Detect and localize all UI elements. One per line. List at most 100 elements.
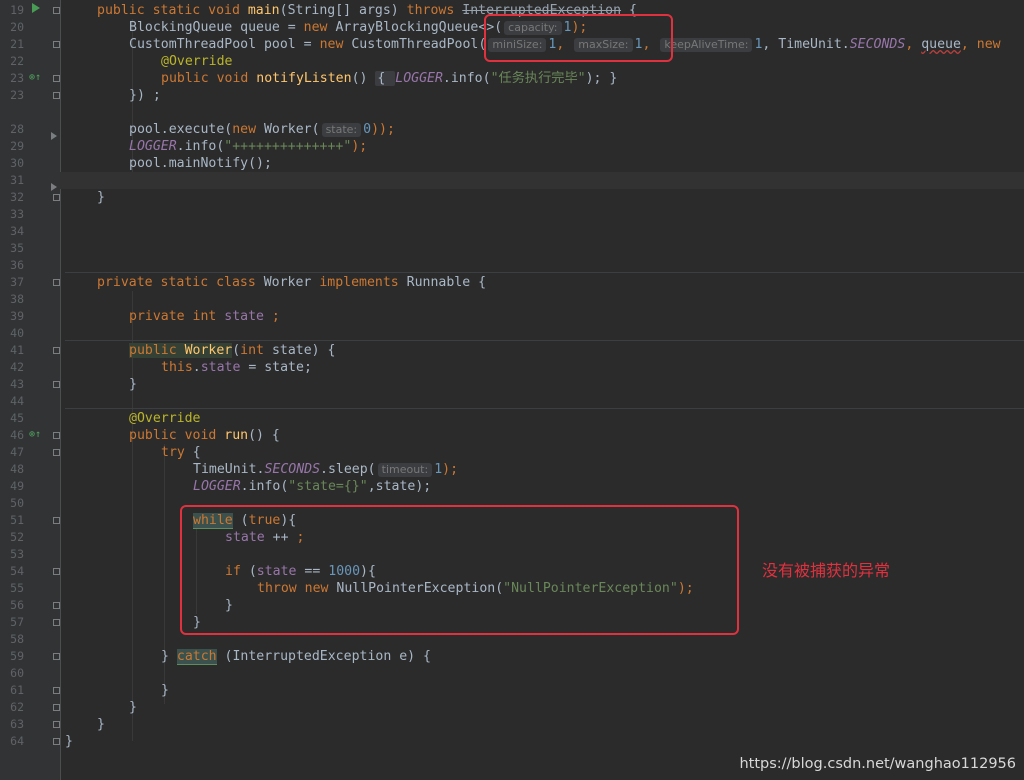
code-token: } — [161, 649, 177, 664]
code-token: BlockingQueue queue = — [129, 20, 304, 35]
code-line[interactable]: LOGGER.info("++++++++++++++"); — [60, 138, 1024, 155]
line-number: 20 — [10, 20, 24, 34]
code-line[interactable]: } catch (InterruptedException e) { — [60, 648, 1024, 665]
line-number: 22 — [10, 54, 24, 68]
code-line[interactable]: } — [60, 376, 1024, 393]
line-number: 47 — [10, 445, 24, 459]
code-token: ArrayBlockingQueue<>( — [335, 20, 503, 35]
line-number: 44 — [10, 394, 24, 408]
code-token: queue — [921, 37, 961, 52]
code-line[interactable]: this.state = state; — [60, 359, 1024, 376]
code-line[interactable]: }) ; — [60, 87, 1024, 104]
line-number: 50 — [10, 496, 24, 510]
line-number: 32 — [10, 190, 24, 204]
method-separator — [65, 272, 1024, 273]
code-token: throws — [406, 3, 463, 18]
code-token: , — [960, 37, 977, 52]
line-number: 19 — [10, 3, 24, 17]
code-line[interactable]: pool.execute(new Worker(state: 0)); — [60, 121, 1024, 138]
line-number: 33 — [10, 207, 24, 221]
fold-icon[interactable] — [53, 449, 60, 456]
code-line[interactable]: public Worker(int state) { — [60, 342, 1024, 359]
code-token: Worker( — [263, 122, 320, 137]
fold-icon[interactable] — [53, 347, 60, 354]
code-line[interactable]: LOGGER.info("state={}",state); — [60, 478, 1024, 495]
code-token: { — [375, 71, 396, 86]
line-number: 49 — [10, 479, 24, 493]
fold-icon[interactable] — [53, 381, 60, 388]
code-token: implements — [319, 275, 407, 290]
fold-icon[interactable] — [53, 75, 60, 82]
fold-expand-icon[interactable] — [51, 183, 57, 191]
code-token: Worker — [263, 275, 320, 290]
code-token: } — [97, 190, 105, 205]
code-line[interactable]: } — [60, 682, 1024, 699]
code-line[interactable]: pool.mainNotify(); — [60, 155, 1024, 172]
editor-gutter: 19 20 21 22 23 ⊚↑ 23 28 29 30 31 32 33 3… — [0, 0, 61, 780]
fold-icon[interactable] — [53, 279, 60, 286]
line-number: 36 — [10, 258, 24, 272]
fold-icon[interactable] — [53, 619, 60, 626]
highlight-box — [484, 14, 673, 62]
run-icon[interactable] — [32, 3, 40, 13]
code-token: public void — [161, 71, 257, 86]
current-line[interactable] — [60, 172, 1024, 189]
code-line[interactable]: private static class Worker implements R… — [60, 274, 1024, 291]
fold-icon[interactable] — [53, 7, 60, 14]
line-number: 40 — [10, 326, 24, 340]
code-token: new — [976, 37, 1001, 52]
fold-icon[interactable] — [53, 738, 60, 745]
code-line[interactable]: private int state ; — [60, 308, 1024, 325]
code-token: , — [905, 37, 922, 52]
code-token: CustomThreadPool pool = — [129, 37, 320, 52]
code-line[interactable]: @Override — [60, 410, 1024, 427]
line-number: 23 — [10, 71, 24, 85]
code-token: private int — [129, 309, 225, 324]
code-token: main — [247, 3, 280, 18]
code-token: ( — [232, 343, 241, 358]
override-icon[interactable]: ⊚↑ — [29, 73, 41, 83]
fold-icon[interactable] — [53, 194, 60, 201]
line-number: 61 — [10, 683, 24, 697]
fold-icon[interactable] — [53, 721, 60, 728]
fold-icon[interactable] — [53, 704, 60, 711]
code-line[interactable]: } — [60, 699, 1024, 716]
code-line[interactable]: } — [60, 189, 1024, 206]
code-token: state — [224, 309, 264, 324]
code-token: SECONDS — [264, 462, 321, 477]
code-line[interactable]: TimeUnit.SECONDS.sleep(timeout: 1); — [60, 461, 1024, 478]
line-number: 39 — [10, 309, 24, 323]
line-number: 31 — [10, 173, 24, 187]
code-editor[interactable]: public static void main(String[] args) t… — [60, 0, 1024, 780]
code-line[interactable]: public void notifyListen() { LOGGER.info… — [60, 70, 1024, 87]
fold-icon[interactable] — [53, 653, 60, 660]
code-line[interactable]: try { — [60, 444, 1024, 461]
override-icon[interactable]: ⊚↑ — [29, 430, 41, 440]
line-number: 42 — [10, 360, 24, 374]
code-line[interactable]: public void run() { — [60, 427, 1024, 444]
line-number: 59 — [10, 649, 24, 663]
code-line[interactable]: } — [60, 716, 1024, 733]
line-number: 30 — [10, 156, 24, 170]
line-number: 55 — [10, 581, 24, 595]
fold-icon[interactable] — [53, 687, 60, 694]
fold-icon[interactable] — [53, 568, 60, 575]
fold-icon[interactable] — [53, 517, 60, 524]
fold-icon[interactable] — [53, 92, 60, 99]
code-token: notifyListen — [256, 71, 352, 86]
code-line[interactable]: } — [60, 733, 1024, 750]
code-token: new — [319, 37, 352, 52]
code-token: @Override — [161, 54, 233, 69]
fold-expand-icon[interactable] — [51, 132, 57, 140]
fold-icon[interactable] — [53, 432, 60, 439]
code-token: () { — [248, 428, 280, 443]
line-number: 57 — [10, 615, 24, 629]
fold-icon[interactable] — [53, 41, 60, 48]
code-token: TimeUnit. — [193, 462, 265, 477]
fold-icon[interactable] — [53, 602, 60, 609]
code-token: ); — [351, 139, 368, 154]
line-number: 53 — [10, 547, 24, 561]
line-number: 56 — [10, 598, 24, 612]
line-number: 35 — [10, 241, 24, 255]
param-hint: timeout: — [377, 463, 433, 477]
